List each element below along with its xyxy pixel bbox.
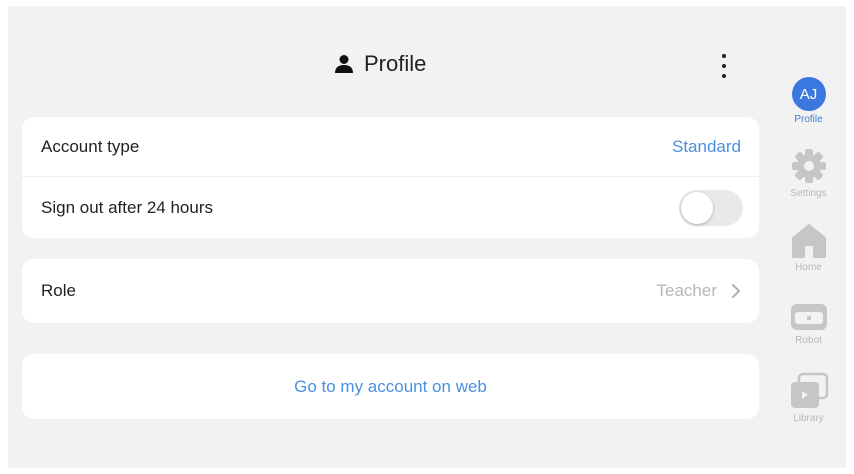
sidebar-item-label: Profile bbox=[794, 114, 823, 125]
role-value-group: Teacher bbox=[657, 281, 741, 301]
chevron-right-icon bbox=[732, 284, 740, 298]
app-window: Profile Account type Standard Sign out a… bbox=[8, 6, 846, 468]
account-card: Account type Standard Sign out after 24 … bbox=[22, 117, 759, 238]
sidebar-item-label: Settings bbox=[790, 188, 827, 199]
sidebar-nav: AJ Profile Settings Home Robot Library bbox=[771, 6, 846, 468]
kebab-menu-icon[interactable] bbox=[714, 54, 734, 78]
library-icon bbox=[790, 372, 828, 408]
signout-label: Sign out after 24 hours bbox=[41, 198, 214, 217]
header: Profile bbox=[8, 6, 771, 104]
sidebar-item-settings[interactable]: Settings bbox=[771, 147, 846, 199]
avatar: AJ bbox=[791, 77, 826, 111]
sidebar-item-profile[interactable]: AJ Profile bbox=[771, 77, 846, 125]
role-label: Role bbox=[41, 281, 76, 300]
sidebar-item-label: Library bbox=[793, 413, 824, 424]
gear-icon bbox=[791, 149, 826, 183]
robot-icon bbox=[790, 304, 827, 330]
page-title-text: Profile bbox=[364, 51, 427, 76]
sidebar-item-robot[interactable]: Robot bbox=[771, 302, 846, 346]
role-row[interactable]: Role Teacher bbox=[22, 261, 759, 321]
sidebar-item-home[interactable]: Home bbox=[771, 223, 846, 273]
sidebar-item-label: Home bbox=[795, 262, 822, 273]
account-type-value[interactable]: Standard bbox=[672, 137, 741, 157]
signout-toggle[interactable] bbox=[679, 190, 743, 226]
sidebar-item-label: Robot bbox=[795, 335, 822, 346]
person-icon bbox=[335, 55, 353, 73]
home-icon bbox=[791, 224, 826, 258]
toggle-knob bbox=[681, 192, 713, 224]
role-value: Teacher bbox=[656, 281, 717, 300]
role-card: Role Teacher bbox=[22, 259, 759, 323]
account-type-label: Account type bbox=[41, 136, 140, 156]
page-title: Profile bbox=[334, 51, 426, 77]
sidebar-item-library[interactable]: Library bbox=[771, 372, 846, 424]
web-link-card: Go to my account on web bbox=[22, 354, 759, 419]
go-to-web-account-link[interactable]: Go to my account on web bbox=[22, 354, 759, 419]
signout-row: Sign out after 24 hours bbox=[22, 178, 759, 238]
main-panel: Profile Account type Standard Sign out a… bbox=[8, 6, 771, 468]
account-type-row[interactable]: Account type Standard bbox=[22, 117, 759, 177]
